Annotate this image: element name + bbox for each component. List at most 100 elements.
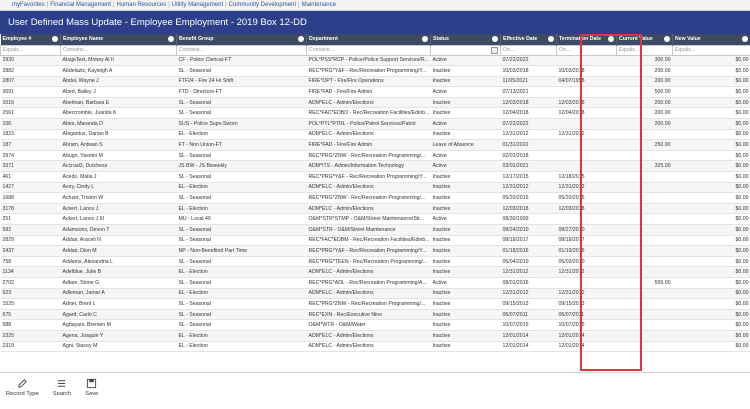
gear-icon[interactable] (608, 36, 614, 42)
table-cell[interactable]: $0.00 (672, 277, 750, 289)
table-row[interactable]: 2882 Abdelaziz, Kayleigh A SL - Seasonal RE… (0, 65, 750, 77)
column-header[interactable]: Current Value (616, 34, 673, 45)
nav-item[interactable]: Community Development (229, 2, 296, 8)
table-cell[interactable]: $0.00 (672, 298, 750, 310)
table-cell[interactable]: $0.00 (672, 341, 750, 353)
top-nav: myFavorites | Financial Management | Human R… (0, 0, 750, 11)
table-cell[interactable]: $0.00 (672, 319, 750, 331)
column-filter-input[interactable] (430, 44, 501, 56)
column-filter-input[interactable]: On... (556, 44, 617, 56)
table-cell[interactable]: $0.00 (672, 245, 750, 257)
gear-icon[interactable] (422, 36, 428, 42)
table-cell[interactable]: $0.00 (672, 76, 750, 88)
column-filter-input[interactable]: On... (500, 44, 557, 56)
table-row[interactable]: 2318 Agni, Stacey M EL - Election ADM*ELC -… (0, 341, 750, 353)
nav-item[interactable]: Human Resources (117, 2, 167, 8)
table-row[interactable]: 1134 Adelblue, Julie B EL - Election ADM*EL… (0, 266, 750, 278)
table-row[interactable]: 1427 Acey, Cindy L EL - Election ADM*ELC - … (0, 182, 750, 194)
table-cell[interactable]: $0.00 (672, 55, 750, 67)
table-cell[interactable]: $0.00 (672, 309, 750, 321)
table-cell[interactable]: $0.00 (672, 160, 750, 173)
column-header[interactable]: New Value (672, 34, 750, 45)
nav-item[interactable]: myFavorites (12, 2, 45, 8)
bottom-toolbar: Record Type Search Save (0, 378, 750, 409)
column-header[interactable]: Department (306, 34, 431, 45)
nav-item[interactable]: Utility Management (172, 2, 223, 8)
table-cell (556, 86, 617, 98)
table-row[interactable]: 187 Abram, Antwan S FT - Non Union-FT FIRE*… (0, 139, 750, 151)
search-button[interactable]: Search (53, 378, 71, 397)
gear-icon[interactable] (52, 36, 58, 42)
gear-icon[interactable] (664, 36, 670, 42)
record-type-button[interactable]: Record Type (6, 378, 39, 397)
table-row[interactable]: 2437 Addair, Dion M NP - Non-Benefited Par… (0, 245, 750, 257)
table-row[interactable]: 2829 Addair, Araceli N SL - Seasonal REC*FA… (0, 235, 750, 247)
table-row[interactable]: 2974 Abugn, Yasmin M SL - Seasonal REC*PRG*… (0, 150, 750, 162)
gear-icon[interactable] (742, 36, 748, 42)
table-row[interactable]: 3178 Ackert, Lance J EL - Election ADM*ELC … (0, 203, 750, 215)
table-cell[interactable]: $0.00 (672, 192, 750, 204)
gear-icon[interactable] (492, 36, 498, 42)
table-row[interactable]: 2702 Adlam, Stone G SL - Seasonal REC*PRG*A… (0, 277, 750, 289)
table-cell[interactable]: $0.00 (672, 182, 750, 194)
table-row[interactable]: 923 Adleman, Jamar A EL - Election ADM*ELC … (0, 288, 750, 300)
column-header[interactable]: Benefit Group (176, 34, 307, 45)
column-header[interactable]: Employee Name (60, 34, 177, 45)
table-cell[interactable]: $0.00 (672, 86, 750, 98)
table-cell[interactable]: $0.00 (672, 150, 750, 162)
table-row[interactable]: 2930 AbajaTest, Money Al II CF - Police Cl… (0, 55, 750, 67)
table-cell[interactable]: $0.00 (672, 65, 750, 77)
column-filter-input[interactable]: Equals... (672, 44, 750, 56)
table-cell[interactable]: $0.00 (672, 171, 750, 183)
table-row[interactable]: 588 Agbayani, Bremen M SL - Seasonal O&M*WT… (0, 319, 750, 331)
table-row[interactable]: 675 Agard, Carlo C SL - Seasonal REC*EXN - … (0, 309, 750, 321)
table-cell: 325.00 (616, 160, 673, 173)
table-row[interactable]: 3091 Abed, Bailey J FTD - Directors-FT FIRE… (0, 86, 750, 98)
table-cell[interactable]: $0.00 (672, 330, 750, 342)
gear-icon[interactable] (168, 36, 174, 42)
column-filter-input[interactable]: Contains... (176, 44, 307, 56)
table-row[interactable]: 1688 Achzet, Triston W SL - Seasonal REC*PR… (0, 192, 750, 204)
column-header[interactable]: Termination Date (556, 34, 617, 45)
nav-item[interactable]: Maintenance (302, 2, 336, 8)
table-row[interactable]: 2325 Agena, Joaquin Y EL - Election ADM*ELC… (0, 330, 750, 342)
column-filter-input[interactable]: Equals... (0, 44, 61, 56)
table-row[interactable]: 592 Adamsons, Devon T SL - Seasonal O&M*STR… (0, 224, 750, 236)
table-cell[interactable]: $0.00 (672, 97, 750, 109)
table-cell: Abugn, Yasmin M (60, 150, 177, 162)
table-cell: 1823 (0, 129, 61, 141)
table-row[interactable]: 3371 Accrual3, Dutchess JS BW - JS Biweekl… (0, 160, 750, 173)
table-cell[interactable]: $0.00 (672, 213, 750, 225)
table-row[interactable]: 1525 Adner, Brent L SL - Seasonal REC*PRG*Z… (0, 298, 750, 310)
column-filter-input[interactable]: Contains... (306, 44, 431, 56)
column-header[interactable]: Effective Date (500, 34, 557, 45)
column-filter-input[interactable]: Equals... (616, 44, 673, 56)
table-cell[interactable]: $0.00 (672, 118, 750, 130)
table-row[interactable]: 758 Addams, Alexandria L SL - Seasonal REC*… (0, 256, 750, 268)
table-cell[interactable]: $0.00 (672, 203, 750, 215)
table-row[interactable]: 106 Abes, Maranda D SUS - Police Supv-Swor… (0, 118, 750, 130)
table-cell[interactable]: $0.00 (672, 107, 750, 120)
table-cell[interactable]: $0.00 (672, 139, 750, 151)
table-cell[interactable]: $0.00 (672, 266, 750, 278)
table-row[interactable]: 2807 Abdul, Wayne J FTF24 - Fire 24 Hr Shi… (0, 76, 750, 88)
column-filter-input[interactable]: Contains... (60, 44, 177, 56)
table-row[interactable]: 2561 Abercrombie, Juanita K SL - Seasonal R… (0, 107, 750, 120)
table-cell: 05/20/2015 (556, 192, 617, 204)
table-row[interactable]: 1016 Abelman, Barbara E SL - Seasonal ADM*E… (0, 97, 750, 109)
table-row[interactable]: 251 Ackert, Lance J III MU - Local 49 O&M*S… (0, 213, 750, 225)
chevron-down-icon[interactable] (491, 47, 498, 54)
column-header[interactable]: Employee # (0, 34, 61, 45)
table-cell[interactable]: $0.00 (672, 224, 750, 236)
table-cell[interactable]: $0.00 (672, 288, 750, 300)
table-row[interactable]: 1823 Abigantus, Darian B EL - Election ADM*… (0, 129, 750, 141)
table-row[interactable]: 461 Acedo, Malia J SL - Seasonal REC*PRG*Y&… (0, 171, 750, 183)
nav-item[interactable]: Financial Management (50, 2, 111, 8)
save-button[interactable]: Save (85, 378, 98, 397)
gear-icon[interactable] (548, 36, 554, 42)
column-header[interactable]: Status (430, 34, 501, 45)
gear-icon[interactable] (298, 36, 304, 42)
table-cell[interactable]: $0.00 (672, 235, 750, 247)
table-cell[interactable]: $0.00 (672, 129, 750, 141)
table-cell[interactable]: $0.00 (672, 256, 750, 268)
